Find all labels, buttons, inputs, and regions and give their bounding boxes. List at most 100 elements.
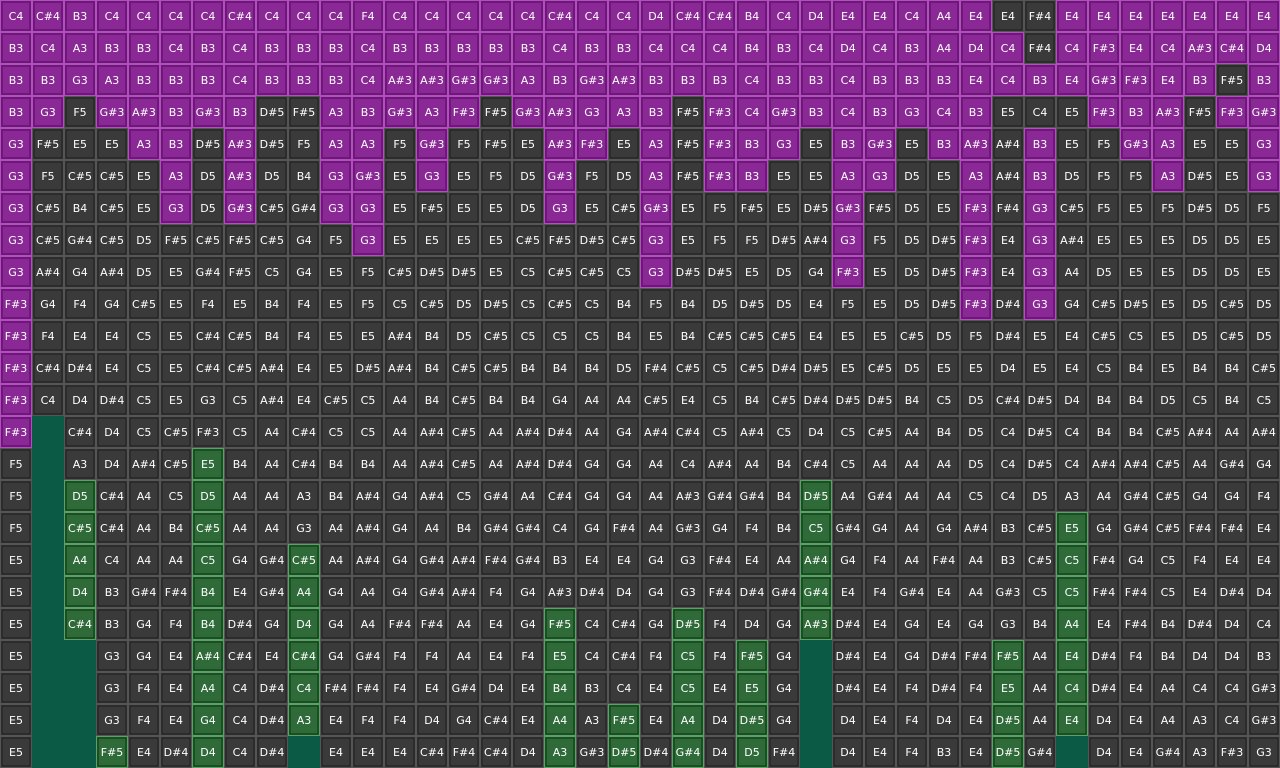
note-cell-r6-c27[interactable]: F#5 bbox=[864, 192, 896, 224]
note-cell-r11-c23[interactable]: C#5 bbox=[736, 352, 768, 384]
note-cell-r4-c39[interactable]: G3 bbox=[1248, 128, 1280, 160]
note-cell-r12-c33[interactable]: D4 bbox=[1056, 384, 1088, 416]
note-cell-r7-c27[interactable]: F5 bbox=[864, 224, 896, 256]
note-cell-r1-c8[interactable]: B3 bbox=[256, 32, 288, 64]
note-cell-r11-c31[interactable]: D4 bbox=[992, 352, 1024, 384]
note-cell-r7-c1[interactable]: C#5 bbox=[32, 224, 64, 256]
note-cell-r13-c13[interactable]: A#4 bbox=[416, 416, 448, 448]
note-cell-r2-c34[interactable]: G#3 bbox=[1088, 64, 1120, 96]
note-cell-r4-c17[interactable]: A#3 bbox=[544, 128, 576, 160]
note-cell-r4-c20[interactable]: A3 bbox=[640, 128, 672, 160]
note-cell-r2-c12[interactable]: A#3 bbox=[384, 64, 416, 96]
note-cell-r20-c9[interactable]: C#4 bbox=[288, 640, 320, 672]
note-cell-r7-c32[interactable]: G3 bbox=[1024, 224, 1056, 256]
note-cell-r1-c5[interactable]: C4 bbox=[160, 32, 192, 64]
note-cell-r22-c27[interactable]: E4 bbox=[864, 704, 896, 736]
note-cell-r15-c17[interactable]: C#4 bbox=[544, 480, 576, 512]
note-cell-r2-c30[interactable]: E4 bbox=[960, 64, 992, 96]
note-cell-r16-c14[interactable]: B4 bbox=[448, 512, 480, 544]
note-cell-r0-c34[interactable]: E4 bbox=[1088, 0, 1120, 32]
note-cell-r6-c36[interactable]: F5 bbox=[1152, 192, 1184, 224]
note-cell-r18-c22[interactable]: F#4 bbox=[704, 576, 736, 608]
note-cell-r0-c7[interactable]: C#4 bbox=[224, 0, 256, 32]
note-cell-r10-c27[interactable]: E5 bbox=[864, 320, 896, 352]
note-cell-r6-c0[interactable]: G3 bbox=[0, 192, 32, 224]
note-cell-r8-c0[interactable]: G3 bbox=[0, 256, 32, 288]
note-cell-r22-c12[interactable]: F4 bbox=[384, 704, 416, 736]
note-cell-r0-c29[interactable]: A4 bbox=[928, 0, 960, 32]
note-cell-r16-c4[interactable]: A4 bbox=[128, 512, 160, 544]
note-cell-r4-c10[interactable]: A3 bbox=[320, 128, 352, 160]
note-cell-r9-c7[interactable]: E5 bbox=[224, 288, 256, 320]
note-cell-r6-c16[interactable]: D5 bbox=[512, 192, 544, 224]
note-cell-r16-c22[interactable]: G4 bbox=[704, 512, 736, 544]
note-cell-r23-c6[interactable]: D4 bbox=[192, 736, 224, 768]
note-cell-r16-c20[interactable]: A4 bbox=[640, 512, 672, 544]
note-cell-r0-c25[interactable]: D4 bbox=[800, 0, 832, 32]
note-cell-r5-c16[interactable]: D5 bbox=[512, 160, 544, 192]
note-cell-r23-c3[interactable]: F#5 bbox=[96, 736, 128, 768]
note-cell-r21-c23[interactable]: E5 bbox=[736, 672, 768, 704]
note-cell-r17-c12[interactable]: G4 bbox=[384, 544, 416, 576]
note-cell-r14-c33[interactable]: C4 bbox=[1056, 448, 1088, 480]
note-cell-r12-c22[interactable]: C5 bbox=[704, 384, 736, 416]
note-cell-r3-c25[interactable]: B3 bbox=[800, 96, 832, 128]
note-cell-r18-c10[interactable]: G4 bbox=[320, 576, 352, 608]
note-cell-r19-c4[interactable]: G4 bbox=[128, 608, 160, 640]
note-cell-r3-c6[interactable]: G#3 bbox=[192, 96, 224, 128]
note-cell-r23-c37[interactable]: A3 bbox=[1184, 736, 1216, 768]
note-cell-r19-c27[interactable]: E4 bbox=[864, 608, 896, 640]
note-cell-r15-c26[interactable]: A4 bbox=[832, 480, 864, 512]
note-cell-r2-c28[interactable]: B3 bbox=[896, 64, 928, 96]
note-cell-r8-c37[interactable]: D5 bbox=[1184, 256, 1216, 288]
note-cell-r4-c23[interactable]: B3 bbox=[736, 128, 768, 160]
note-cell-r2-c32[interactable]: B3 bbox=[1024, 64, 1056, 96]
note-cell-r1-c9[interactable]: B3 bbox=[288, 32, 320, 64]
note-cell-r16-c28[interactable]: A4 bbox=[896, 512, 928, 544]
note-cell-r8-c12[interactable]: C#5 bbox=[384, 256, 416, 288]
note-cell-r2-c11[interactable]: C4 bbox=[352, 64, 384, 96]
note-cell-r6-c22[interactable]: F5 bbox=[704, 192, 736, 224]
note-cell-r13-c17[interactable]: D#4 bbox=[544, 416, 576, 448]
note-cell-r6-c31[interactable]: F#4 bbox=[992, 192, 1024, 224]
note-cell-r7-c4[interactable]: D5 bbox=[128, 224, 160, 256]
note-cell-r21-c11[interactable]: F#4 bbox=[352, 672, 384, 704]
note-cell-r4-c35[interactable]: G#3 bbox=[1120, 128, 1152, 160]
note-cell-r5-c4[interactable]: E5 bbox=[128, 160, 160, 192]
note-cell-r16-c33[interactable]: E5 bbox=[1056, 512, 1088, 544]
note-cell-r9-c5[interactable]: E5 bbox=[160, 288, 192, 320]
note-cell-r8-c7[interactable]: F#5 bbox=[224, 256, 256, 288]
note-cell-r22-c20[interactable]: E4 bbox=[640, 704, 672, 736]
note-cell-r4-c26[interactable]: B3 bbox=[832, 128, 864, 160]
note-cell-r21-c31[interactable]: E5 bbox=[992, 672, 1024, 704]
note-cell-r5-c19[interactable]: D5 bbox=[608, 160, 640, 192]
note-cell-r1-c15[interactable]: B3 bbox=[480, 32, 512, 64]
note-cell-r15-c10[interactable]: B4 bbox=[320, 480, 352, 512]
note-cell-r15-c31[interactable]: C4 bbox=[992, 480, 1024, 512]
note-cell-r8-c25[interactable]: G4 bbox=[800, 256, 832, 288]
note-cell-r15-c32[interactable]: D5 bbox=[1024, 480, 1056, 512]
note-cell-r21-c6[interactable]: A4 bbox=[192, 672, 224, 704]
note-cell-r18-c28[interactable]: G#4 bbox=[896, 576, 928, 608]
note-cell-r15-c15[interactable]: G#4 bbox=[480, 480, 512, 512]
note-cell-r15-c24[interactable]: B4 bbox=[768, 480, 800, 512]
note-cell-r7-c39[interactable]: E5 bbox=[1248, 224, 1280, 256]
note-cell-r8-c28[interactable]: D5 bbox=[896, 256, 928, 288]
note-cell-r10-c6[interactable]: C#4 bbox=[192, 320, 224, 352]
note-cell-r18-c11[interactable]: A4 bbox=[352, 576, 384, 608]
note-cell-r19-c17[interactable]: F#5 bbox=[544, 608, 576, 640]
note-cell-r2-c7[interactable]: C4 bbox=[224, 64, 256, 96]
note-cell-r23-c19[interactable]: D#5 bbox=[608, 736, 640, 768]
note-cell-r9-c24[interactable]: D5 bbox=[768, 288, 800, 320]
note-cell-r17-c0[interactable]: E5 bbox=[0, 544, 32, 576]
note-cell-r9-c19[interactable]: B4 bbox=[608, 288, 640, 320]
note-cell-r0-c1[interactable]: C#4 bbox=[32, 0, 64, 32]
note-cell-r7-c16[interactable]: C#5 bbox=[512, 224, 544, 256]
note-cell-r5-c24[interactable]: E5 bbox=[768, 160, 800, 192]
note-cell-r1-c32[interactable]: F#4 bbox=[1024, 32, 1056, 64]
note-cell-r3-c17[interactable]: A#3 bbox=[544, 96, 576, 128]
note-cell-r20-c24[interactable]: G4 bbox=[768, 640, 800, 672]
note-cell-r10-c10[interactable]: E5 bbox=[320, 320, 352, 352]
note-cell-r16-c10[interactable]: A4 bbox=[320, 512, 352, 544]
note-cell-r3-c21[interactable]: F#5 bbox=[672, 96, 704, 128]
